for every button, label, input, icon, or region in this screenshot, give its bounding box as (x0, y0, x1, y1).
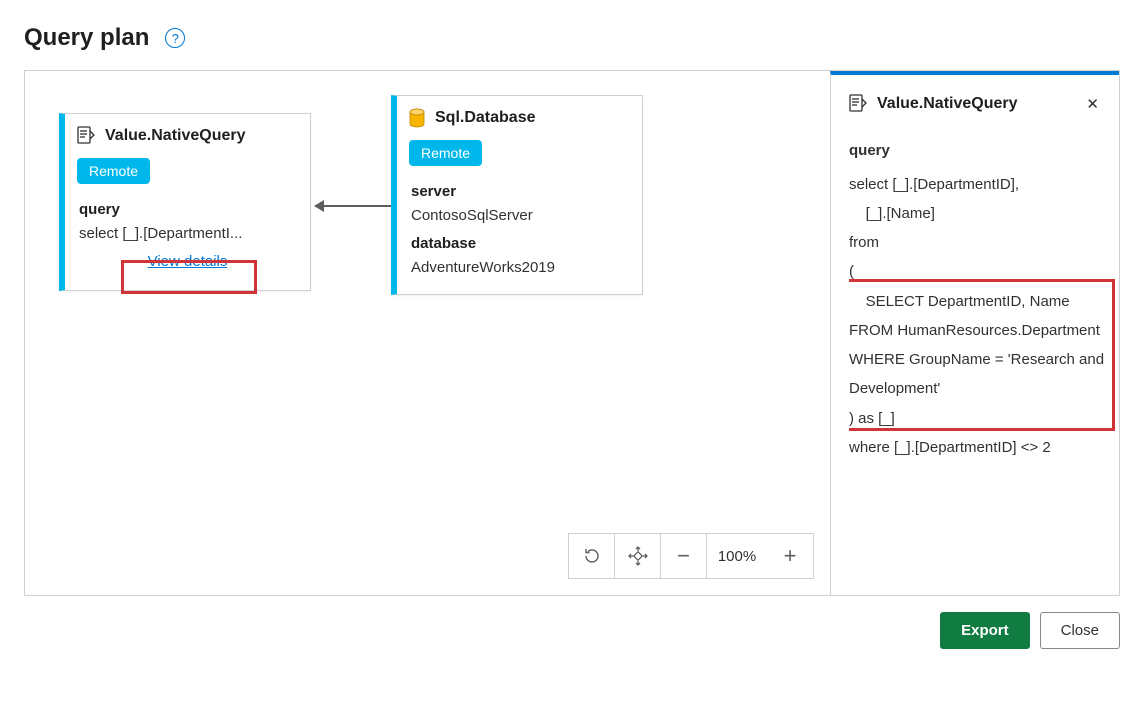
native-query-icon (849, 94, 867, 114)
fit-icon (628, 546, 648, 566)
node-title: Value.NativeQuery (105, 127, 246, 145)
connector-arrow (315, 205, 391, 207)
dialog-footer: Export Close (24, 612, 1120, 649)
query-plan-canvas[interactable]: Value.NativeQuery Remote query select [_… (25, 71, 830, 595)
panel-title: Value.NativeQuery (877, 95, 1018, 113)
dialog-header: Query plan ? (24, 24, 1120, 52)
page-title: Query plan (24, 24, 149, 52)
node-header: Sql.Database (397, 96, 642, 136)
export-button[interactable]: Export (940, 612, 1030, 649)
query-label: query (79, 198, 296, 222)
zoom-in-button[interactable]: + (767, 534, 813, 578)
panel-query-text: select [_].[DepartmentID], [_].[Name] fr… (849, 170, 1115, 463)
database-label: database (411, 232, 628, 256)
zoom-level: 100% (707, 534, 767, 578)
server-value: ContosoSqlServer (411, 204, 628, 228)
view-details-link[interactable]: View details (148, 253, 228, 270)
reset-view-button[interactable] (569, 534, 615, 578)
close-button[interactable]: Close (1040, 612, 1120, 649)
reset-icon (583, 547, 601, 565)
node-value-nativequery[interactable]: Value.NativeQuery Remote query select [_… (59, 113, 311, 291)
fit-view-button[interactable] (615, 534, 661, 578)
native-query-icon (77, 126, 95, 146)
database-value: AdventureWorks2019 (411, 256, 628, 280)
panel-query-label: query (849, 137, 1115, 166)
node-sql-database[interactable]: Sql.Database Remote server ContosoSqlSer… (391, 95, 643, 295)
help-icon[interactable]: ? (165, 28, 185, 48)
remote-badge: Remote (409, 140, 482, 166)
details-panel: Value.NativeQuery ✕ query select [_].[De… (830, 71, 1119, 595)
server-label: server (411, 180, 628, 204)
zoom-out-button[interactable]: − (661, 534, 707, 578)
query-preview: select [_].[DepartmentI... (79, 222, 296, 246)
database-icon (409, 108, 425, 128)
workspace: Value.NativeQuery Remote query select [_… (24, 70, 1120, 596)
zoom-toolbar: − 100% + (568, 533, 814, 579)
node-title: Sql.Database (435, 109, 535, 127)
node-header: Value.NativeQuery (65, 114, 310, 154)
remote-badge: Remote (77, 158, 150, 184)
close-panel-button[interactable]: ✕ (1082, 91, 1103, 117)
